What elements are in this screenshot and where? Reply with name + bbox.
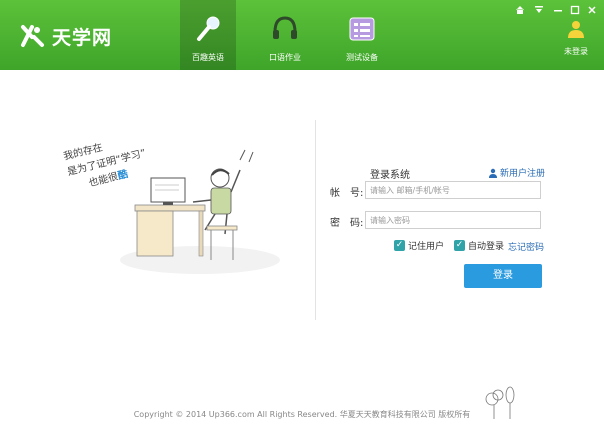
- headphones-icon: [273, 16, 297, 39]
- slogan-highlight: 酷: [116, 168, 130, 183]
- account-label: 帐 号:: [330, 188, 364, 199]
- footer-copyright: Copyright © 2014 Up366.com All Rights Re…: [133, 410, 471, 419]
- app-logo: 天学网: [20, 20, 112, 52]
- register-link[interactable]: 新用户注册: [488, 166, 545, 179]
- vertical-divider: [315, 120, 316, 320]
- nav-tab-oral-homework[interactable]: 口语作业: [257, 0, 313, 70]
- header-bar: 天学网 百趣英语 口语作业 测试设备 未登录: [0, 0, 604, 70]
- close-icon[interactable]: [586, 5, 598, 18]
- checkmark-icon: ✓: [394, 240, 405, 251]
- person-icon: [489, 168, 497, 178]
- account-input[interactable]: 请输入 邮箱/手机/帐号: [365, 181, 541, 199]
- nav-tab-label: 口语作业: [269, 53, 301, 62]
- remember-user-label: 记住用户: [408, 242, 445, 252]
- logo-mark-icon: [21, 25, 44, 47]
- home-icon[interactable]: [514, 5, 526, 18]
- maximize-icon[interactable]: [569, 5, 581, 18]
- account-placeholder: 请输入 邮箱/手机/帐号: [370, 186, 450, 195]
- forgot-password-link[interactable]: 忘记密码: [508, 240, 544, 253]
- password-input[interactable]: 请输入密码: [365, 211, 541, 229]
- user-login-status[interactable]: 未登录: [556, 20, 596, 57]
- microphone-icon: [197, 16, 220, 41]
- nav-tab-label: 百趣英语: [192, 53, 224, 62]
- register-link-label: 新用户注册: [500, 169, 546, 179]
- auto-login-label: 自动登录: [468, 242, 505, 252]
- login-button[interactable]: 登录: [464, 264, 542, 288]
- nav-tab-test-device[interactable]: 测试设备: [334, 0, 390, 70]
- minimize-icon[interactable]: [552, 5, 564, 18]
- nav-tab-english[interactable]: 百趣英语: [180, 0, 236, 70]
- nav-tab-label: 测试设备: [346, 53, 378, 62]
- auto-login-checkbox[interactable]: ✓ 自动登录: [454, 239, 504, 252]
- menu-icon[interactable]: [533, 5, 545, 18]
- remember-user-checkbox[interactable]: ✓ 记住用户: [394, 239, 444, 252]
- logo-text: 天学网: [52, 26, 113, 49]
- password-placeholder: 请输入密码: [370, 216, 410, 225]
- password-label: 密 码:: [330, 218, 364, 229]
- user-icon: [568, 21, 584, 38]
- checklist-icon: [349, 17, 375, 41]
- user-status-label: 未登录: [564, 47, 588, 56]
- login-title: 登录系统: [370, 170, 410, 181]
- checkmark-icon: ✓: [454, 240, 465, 251]
